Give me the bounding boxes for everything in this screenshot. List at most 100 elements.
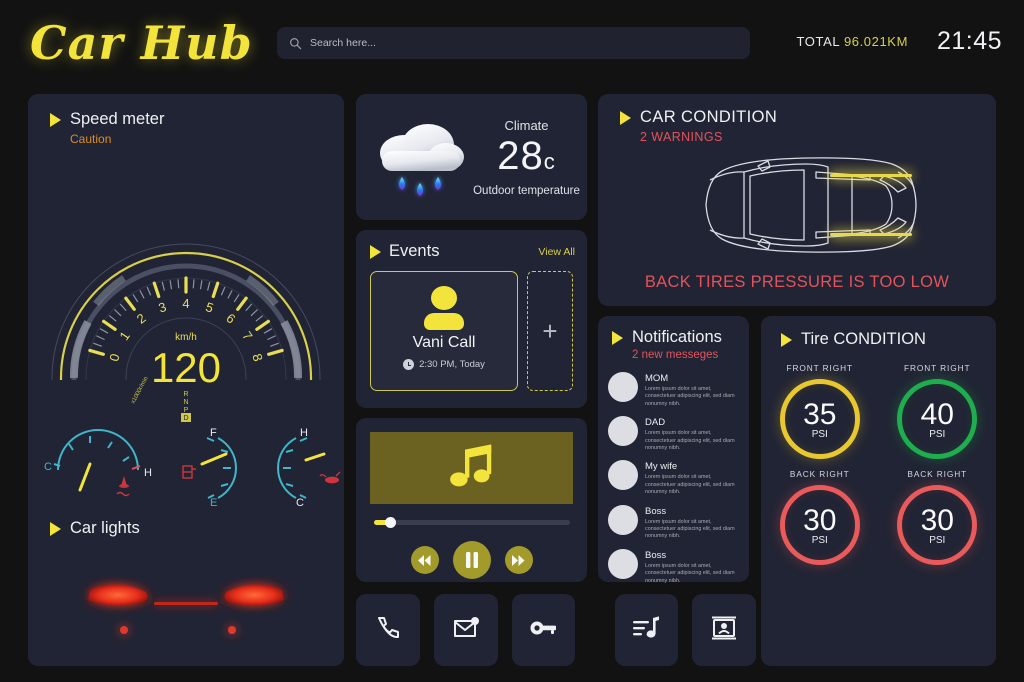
rpm-unit-label: x1000r/min [130,376,149,405]
playlist-button[interactable] [614,594,679,666]
tire-gauge: BACK RIGHT 30 PSI [879,469,997,565]
events-panel: Events View All Vani Call 2:30 PM, Today… [356,230,587,408]
tire-pressure-unit: PSI [811,428,828,440]
event-name: Vani Call [412,334,476,351]
tire-gauge: BACK RIGHT 30 PSI [761,469,879,565]
notifications-subtitle: 2 new messeges [632,349,719,361]
media-progress-knob[interactable] [385,517,397,528]
climate-panel: Climate 28c Outdoor temperature [356,94,587,220]
album-art [370,432,573,504]
svg-text:H: H [144,467,152,479]
notification-body: Lorem ipsum dolor sit amet, consectetuer… [645,474,735,496]
svg-text:E: E [210,497,217,506]
triangle-marker-icon [50,521,61,536]
event-time-row: 2:30 PM, Today [371,359,517,370]
speedometer-gauge: 012345678 km/h 120 RNPD x1000r/min [28,152,344,424]
tail-lights-icon [88,584,284,634]
triangle-marker-icon [370,244,381,259]
avatar [608,460,638,491]
notification-list: MOM Lorem ipsum dolor sit amet, consectet… [598,368,749,589]
clock-icon [403,359,415,370]
next-button[interactable] [504,546,533,574]
phone-button[interactable] [356,594,420,666]
app-logo: Car Hub [30,16,253,70]
tire-pressure-unit: PSI [811,534,828,546]
triangle-marker-icon [612,330,623,345]
gear-P: P [184,407,189,414]
tire-condition-panel: Tire CONDITION FRONT RIGHT 35 PSI FRONT RIG… [761,316,996,666]
add-event-button[interactable]: + [527,271,573,391]
speed-meter-header: Speed meter Caution [28,94,344,146]
svg-text:H: H [300,427,308,439]
fuel-warning-icon [182,465,196,479]
media-progress-bar[interactable] [373,517,570,528]
event-time: 2:30 PM, Today [419,359,485,370]
playlist-music-icon [632,615,660,646]
notification-body: Lorem ipsum dolor sit amet, consectetuer… [645,518,735,540]
search-icon [290,37,302,49]
dock-separator [589,594,600,666]
svg-text:C: C [296,497,304,506]
car-lights-title: Car lights [70,519,140,537]
notification-row[interactable]: MOM Lorem ipsum dolor sit amet, consectet… [598,368,749,412]
music-note-icon [449,444,491,487]
contact-card-icon [710,614,738,647]
contacts-button[interactable] [692,594,756,666]
tire-position-label: FRONT RIGHT [786,363,853,373]
climate-footer: Outdoor temperature [473,184,580,197]
triangle-marker-icon [620,110,631,125]
tire-ring: 35 PSI [779,379,860,459]
notification-row[interactable]: Boss Lorem ipsum dolor sit amet, consecte… [598,501,749,545]
notification-sender: DAD [645,417,666,429]
notification-sender: MOM [645,373,669,384]
climate-temperature: 28c [472,133,581,185]
oil-warning-icon [319,471,341,484]
car-condition-title: CAR CONDITION [640,108,778,126]
climate-label: Climate [504,117,549,133]
notification-sender: My wife [645,461,678,473]
tire-condition-title: Tire CONDITION [801,330,926,348]
tire-warning-glow [830,174,912,236]
climate-temp-unit: c [543,148,556,174]
mail-button[interactable] [433,594,498,666]
notification-row[interactable]: DAD Lorem ipsum dolor sit amet, consectet… [598,412,749,456]
tire-position-label: BACK RIGHT [907,469,968,479]
tire-pressure-value: 40 [920,397,954,431]
dock-bar [356,594,756,666]
avatar [608,416,638,447]
search-input[interactable] [310,37,690,49]
events-title: Events [389,242,440,260]
car-top-view-icon [598,150,996,260]
gear-R: R [183,391,188,398]
tire-ring: 30 PSI [779,485,860,565]
triangle-marker-icon [50,112,61,127]
avatar [608,372,638,402]
total-label: TOTAL [796,34,840,49]
tire-grid: FRONT RIGHT 35 PSI FRONT RIGHT 40 PSI BACK RIG… [761,363,996,565]
auxiliary-gauges: C H F E H C [28,424,344,509]
notification-row[interactable]: My wife Lorem ipsum dolor sit amet, conse… [598,456,749,500]
rpm-label-4: 4 [182,296,189,311]
key-button[interactable] [511,594,576,666]
search-bar[interactable] [277,27,750,59]
previous-button[interactable] [410,546,439,574]
gear-N: N [183,399,188,406]
pause-button[interactable] [452,541,491,579]
notification-row[interactable]: Boss Lorem ipsum dolor sit amet, consecte… [598,545,749,589]
rain-cloud-icon [368,107,472,207]
temperature-gauge: C H [44,429,152,497]
notification-sender: Boss [645,549,667,561]
speed-meter-title: Speed meter [70,110,165,128]
notifications-panel: Notifications 2 new messeges MOM Lorem ip… [598,316,749,584]
notification-body: Lorem ipsum dolor sit amet, consectetuer… [645,562,735,584]
tire-gauge: FRONT RIGHT 40 PSI [879,363,997,459]
rewind-icon [418,554,431,566]
notifications-title: Notifications [632,328,722,346]
tire-pressure-value: 35 [803,397,837,431]
view-all-link[interactable]: View All [538,246,575,258]
speed-unit-label: km/h [175,332,197,343]
phone-icon [374,614,402,647]
event-card[interactable]: Vani Call 2:30 PM, Today [370,271,518,391]
tire-position-label: BACK RIGHT [789,469,850,479]
tire-ring: 40 PSI [897,379,978,459]
